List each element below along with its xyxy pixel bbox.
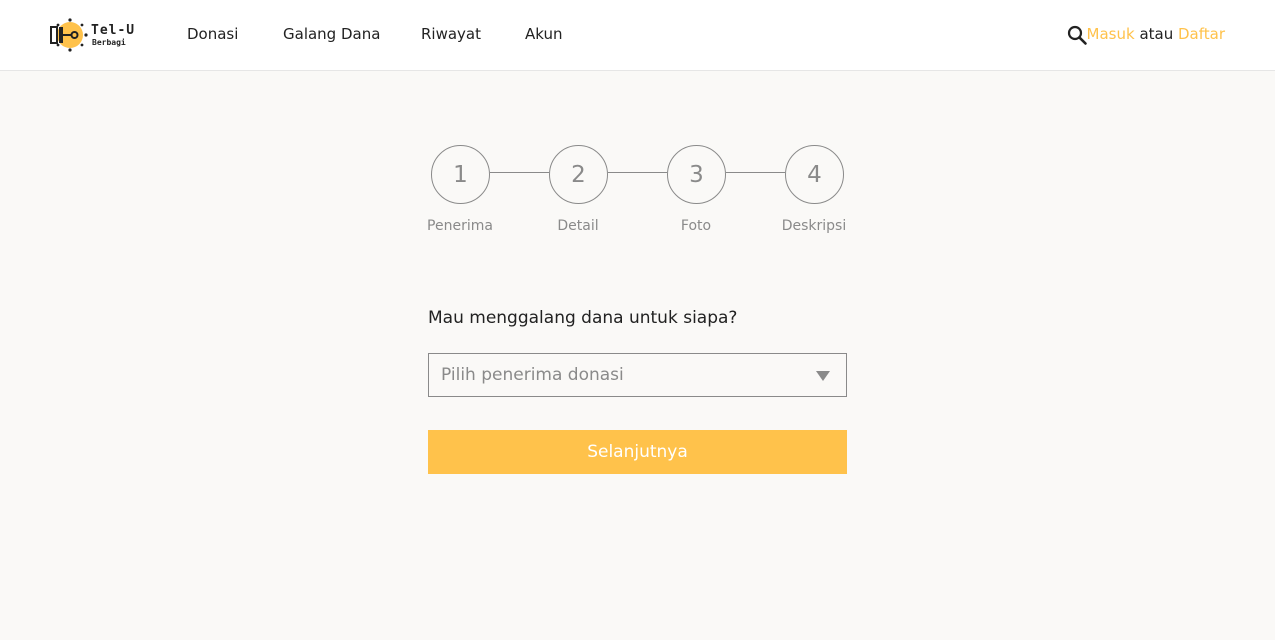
step-connector: [726, 172, 785, 173]
step-circle-1: 1: [431, 145, 490, 204]
step-label-penerima: Penerima: [427, 218, 493, 234]
progress-stepper: 1 2 3 4 Penerima Detail Foto Deskripsi: [0, 0, 1275, 260]
next-button[interactable]: Selanjutnya: [428, 430, 847, 474]
step-connector: [608, 172, 667, 173]
step-circle-2: 2: [549, 145, 608, 204]
recipient-select-placeholder: Pilih penerima donasi: [441, 365, 624, 385]
step-label-deskripsi: Deskripsi: [781, 218, 847, 234]
step-circle-3: 3: [667, 145, 726, 204]
recipient-select[interactable]: Pilih penerima donasi: [428, 353, 847, 397]
chevron-down-icon: [816, 371, 830, 381]
step-label-foto: Foto: [680, 218, 712, 234]
form-question: Mau menggalang dana untuk siapa?: [428, 308, 738, 328]
step-connector: [490, 172, 549, 173]
step-label-detail: Detail: [557, 218, 599, 234]
step-circle-4: 4: [785, 145, 844, 204]
